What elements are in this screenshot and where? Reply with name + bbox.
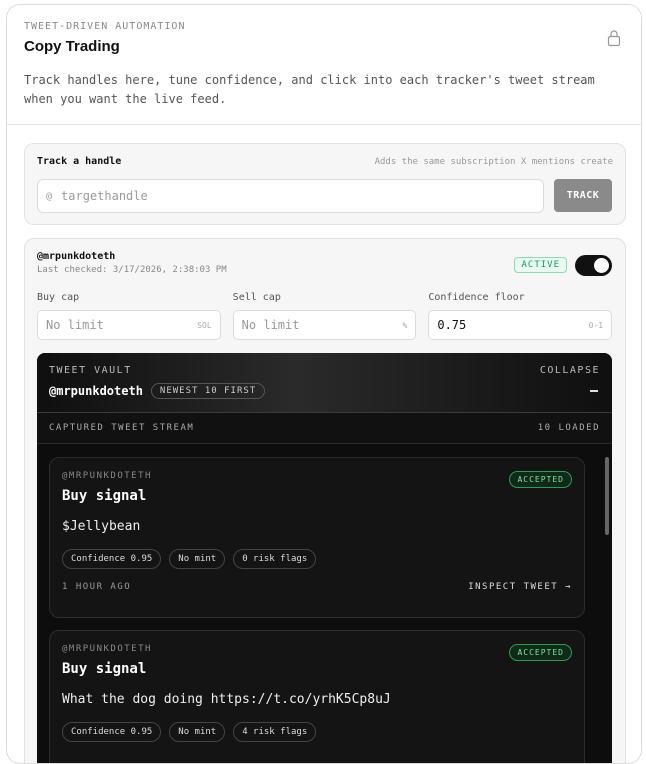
tracker-card: @mrpunkdoteth Last checked: 3/17/2026, 2… bbox=[24, 238, 626, 763]
stream-bar: CAPTURED TWEET STREAM 10 LOADED bbox=[37, 413, 612, 444]
sell-cap-input[interactable]: No limit % bbox=[232, 310, 417, 340]
inspect-tweet-link[interactable]: INSPECT TWEET → bbox=[468, 582, 572, 592]
track-handle-hint: Adds the same subscription X mentions cr… bbox=[374, 156, 613, 167]
handle-input[interactable]: @ targethandle bbox=[37, 179, 544, 213]
confidence-floor-label: Confidence floor bbox=[428, 292, 525, 303]
confidence-pill: Confidence 0.95 bbox=[62, 549, 162, 569]
accepted-badge: ACCEPTED bbox=[509, 471, 572, 488]
tweet-card[interactable]: @MRPUNKDOTETH Buy signal $Jellybean ACCE… bbox=[49, 457, 585, 618]
page-title: Copy Trading bbox=[24, 38, 120, 55]
scrollbar-thumb[interactable] bbox=[605, 457, 609, 535]
stream-scrollbar[interactable] bbox=[604, 445, 610, 763]
tweet-stream[interactable]: @MRPUNKDOTETH Buy signal $Jellybean ACCE… bbox=[37, 445, 612, 763]
sell-cap-field: Sell cap No limit % bbox=[232, 292, 417, 340]
track-handle-label: Track a handle bbox=[37, 156, 122, 167]
tweet-body: What the dog doing https://t.co/yrhK5Cp8… bbox=[62, 692, 391, 707]
buy-cap-input[interactable]: No limit SOL bbox=[37, 310, 221, 340]
confidence-pill: Confidence 0.95 bbox=[62, 722, 162, 742]
at-sign: @ bbox=[46, 190, 53, 202]
tweet-user: @MRPUNKDOTETH bbox=[62, 471, 152, 481]
accepted-badge: ACCEPTED bbox=[509, 644, 572, 661]
buy-cap-unit: SOL bbox=[197, 320, 212, 330]
tweet-vault-handle: @mrpunkdoteth bbox=[49, 384, 143, 398]
buy-cap-field: Buy cap No limit SOL bbox=[37, 292, 221, 340]
track-button[interactable]: TRACK bbox=[554, 179, 612, 212]
buy-cap-placeholder: No limit bbox=[46, 318, 104, 332]
card-header: TWEET-DRIVEN AUTOMATION Copy Trading Tra… bbox=[7, 5, 641, 125]
stream-label: CAPTURED TWEET STREAM bbox=[49, 423, 195, 433]
tweet-vault-header[interactable]: TWEET VAULT COLLAPSE @mrpunkdoteth NEWES… bbox=[37, 353, 612, 413]
risk-flags-pill: 4 risk flags bbox=[233, 722, 317, 742]
collapse-icon[interactable] bbox=[590, 390, 598, 392]
buy-cap-label: Buy cap bbox=[37, 292, 80, 303]
tracker-toggle[interactable] bbox=[575, 255, 612, 276]
mint-pill: No mint bbox=[169, 722, 226, 742]
collapse-button[interactable]: COLLAPSE bbox=[540, 365, 600, 376]
sell-cap-placeholder: No limit bbox=[241, 318, 300, 332]
status-badge: ACTIVE bbox=[514, 257, 567, 273]
confidence-floor-unit: 0-1 bbox=[588, 320, 604, 330]
tweet-card[interactable]: @MRPUNKDOTETH Buy signal What the dog do… bbox=[49, 630, 585, 763]
tweet-body: $Jellybean bbox=[62, 519, 141, 534]
section-description: Track handles here, tune confidence, and… bbox=[24, 73, 595, 106]
tweet-vault: TWEET VAULT COLLAPSE @mrpunkdoteth NEWES… bbox=[37, 353, 612, 763]
toggle-knob bbox=[594, 258, 609, 273]
tweet-title: Buy signal bbox=[62, 488, 147, 504]
sell-cap-unit: % bbox=[402, 320, 408, 330]
tweet-title: Buy signal bbox=[62, 661, 147, 677]
risk-flags-pill: 0 risk flags bbox=[233, 549, 317, 569]
confidence-floor-field: Confidence floor 0.75 0-1 bbox=[428, 292, 613, 340]
sell-cap-label: Sell cap bbox=[232, 292, 281, 303]
lock-icon[interactable] bbox=[607, 29, 621, 47]
confidence-floor-input[interactable]: 0.75 0-1 bbox=[428, 310, 613, 340]
track-handle-panel: Track a handle Adds the same subscriptio… bbox=[24, 143, 626, 225]
loaded-count: 10 LOADED bbox=[537, 423, 600, 433]
confidence-floor-value: 0.75 bbox=[437, 318, 467, 332]
tweet-user: @MRPUNKDOTETH bbox=[62, 644, 152, 654]
copy-trading-card: TWEET-DRIVEN AUTOMATION Copy Trading Tra… bbox=[6, 4, 642, 764]
mint-pill: No mint bbox=[169, 549, 226, 569]
tweet-vault-eyebrow: TWEET VAULT bbox=[49, 365, 132, 376]
tracker-settings: Buy cap No limit SOL Sell cap No limit %… bbox=[37, 292, 613, 340]
tweet-time: 1 HOUR AGO bbox=[62, 582, 132, 592]
handle-input-placeholder: targethandle bbox=[61, 189, 148, 203]
order-pill: NEWEST 10 FIRST bbox=[150, 383, 266, 399]
section-eyebrow: TWEET-DRIVEN AUTOMATION bbox=[24, 21, 186, 32]
